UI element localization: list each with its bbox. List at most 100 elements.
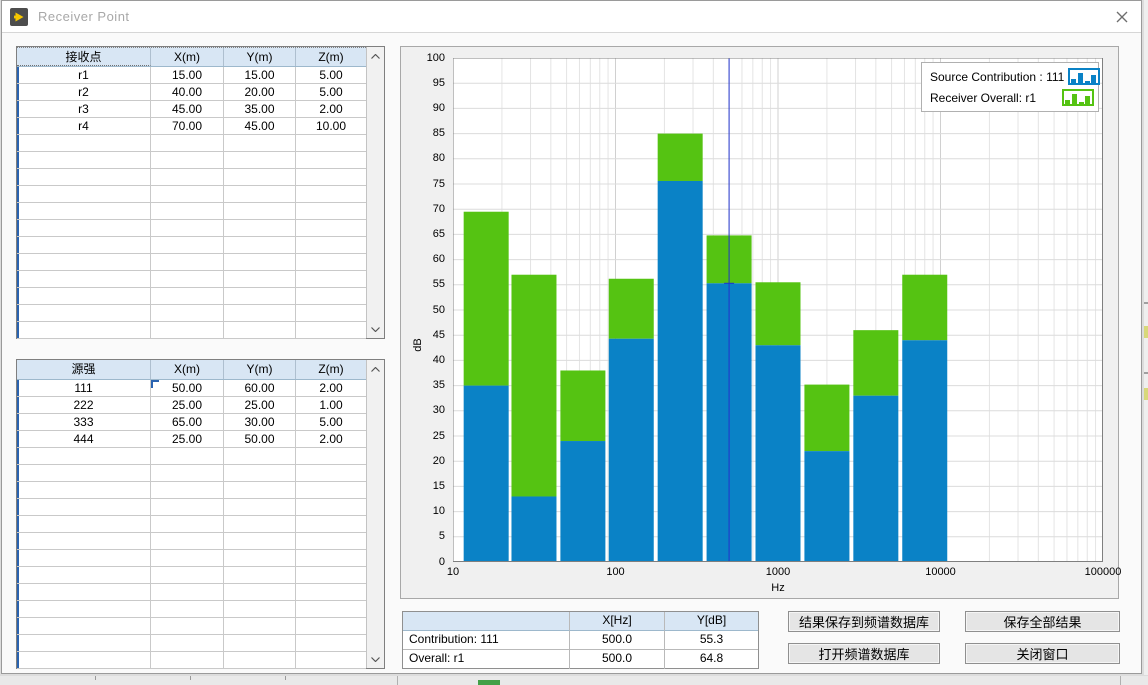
table-cell[interactable] [151,652,224,669]
legend-item-contribution[interactable]: Source Contribution : 111 [926,66,1094,87]
table-cell[interactable] [224,618,296,635]
table-row[interactable] [17,465,366,482]
stacked-bar[interactable] [511,275,556,562]
table-cell[interactable]: r3 [17,101,151,118]
table-cell[interactable]: 45.00 [151,101,224,118]
table-cell[interactable] [296,220,366,237]
table-cell[interactable] [296,271,366,288]
table-cell[interactable] [224,135,296,152]
table-cell[interactable] [151,186,224,203]
table-row[interactable] [17,322,366,339]
table-cell[interactable] [296,482,366,499]
table-cell[interactable]: 30.00 [224,414,296,431]
table-cell[interactable] [151,203,224,220]
table-cell[interactable]: 15.00 [151,67,224,84]
table-cell[interactable] [224,220,296,237]
table-cell[interactable]: 111 [17,380,151,397]
scroll-up-icon[interactable] [367,361,384,377]
legend-item-overall[interactable]: Receiver Overall: r1 [926,87,1094,108]
table-row[interactable] [17,288,366,305]
table-cell[interactable] [151,482,224,499]
table-cell[interactable] [17,135,151,152]
table-cell[interactable] [151,305,224,322]
table-cell[interactable]: 70.00 [151,118,224,135]
table-cell[interactable] [17,271,151,288]
table-row[interactable] [17,499,366,516]
table-cell[interactable]: 65.00 [151,414,224,431]
scroll-down-icon[interactable] [367,651,384,667]
table-cell[interactable] [151,465,224,482]
table-cell[interactable] [151,601,224,618]
table-row[interactable]: r115.0015.005.00 [17,67,366,84]
table-row[interactable] [17,635,366,652]
table-row[interactable] [17,203,366,220]
chart-plot-area[interactable] [453,58,1103,562]
table-cell[interactable] [151,271,224,288]
table-row[interactable] [17,652,366,669]
table-cell[interactable]: r4 [17,118,151,135]
table-cell[interactable] [224,635,296,652]
table-row[interactable]: 33365.0030.005.00 [17,414,366,431]
table-cell[interactable] [296,186,366,203]
table-row[interactable] [17,601,366,618]
table-cell[interactable]: 5.00 [296,84,366,101]
table-cell[interactable] [17,499,151,516]
table-row[interactable] [17,135,366,152]
table-cell[interactable] [151,516,224,533]
table-cell[interactable]: 15.00 [224,67,296,84]
table-row[interactable] [17,220,366,237]
table-cell[interactable] [17,550,151,567]
table-cell[interactable] [296,533,366,550]
table-cell[interactable] [224,169,296,186]
table-cell[interactable] [17,516,151,533]
table-cell[interactable] [296,152,366,169]
table-cell[interactable] [224,237,296,254]
table-cell[interactable] [17,169,151,186]
open-spectrum-db-button[interactable]: 打开频谱数据库 [788,643,940,664]
table-cell[interactable] [151,288,224,305]
table-row[interactable]: r345.0035.002.00 [17,101,366,118]
table-cell[interactable] [17,220,151,237]
table-cell[interactable] [224,584,296,601]
table-cell[interactable] [296,516,366,533]
table-cell[interactable] [224,203,296,220]
cursor-y-value[interactable]: 64.8 [665,650,758,669]
table-cell[interactable] [17,482,151,499]
table-row[interactable] [17,482,366,499]
table-cell[interactable]: 45.00 [224,118,296,135]
table-cell[interactable]: 25.00 [151,431,224,448]
table-cell[interactable] [296,305,366,322]
close-icon[interactable] [1115,10,1129,24]
table-cell[interactable] [17,635,151,652]
table-cell[interactable] [296,584,366,601]
stacked-bar[interactable] [560,370,605,562]
table-cell[interactable] [151,135,224,152]
table-cell[interactable] [296,618,366,635]
table-row[interactable] [17,618,366,635]
bar-chart-svg[interactable] [453,58,1103,562]
table-row[interactable] [17,516,366,533]
table-row[interactable]: r470.0045.0010.00 [17,118,366,135]
receiver-table-scrollbar[interactable] [366,47,384,338]
table-row[interactable] [17,448,366,465]
table-cell[interactable] [17,322,151,339]
table-cell[interactable] [17,288,151,305]
table-cell[interactable] [17,186,151,203]
table-cell[interactable] [296,465,366,482]
table-row[interactable] [17,567,366,584]
table-cell[interactable]: r1 [17,67,151,84]
table-cell[interactable] [17,152,151,169]
table-cell[interactable] [296,288,366,305]
table-cell[interactable] [296,635,366,652]
table-cell[interactable] [296,254,366,271]
table-cell[interactable]: 2.00 [296,380,366,397]
table-cell[interactable] [296,601,366,618]
table-row[interactable]: 44425.0050.002.00 [17,431,366,448]
table-cell[interactable] [224,516,296,533]
table-cell[interactable] [17,203,151,220]
table-cell[interactable] [224,186,296,203]
table-cell[interactable] [224,482,296,499]
stacked-bar[interactable] [464,212,509,562]
table-cell[interactable]: 10.00 [296,118,366,135]
table-cell[interactable] [224,322,296,339]
